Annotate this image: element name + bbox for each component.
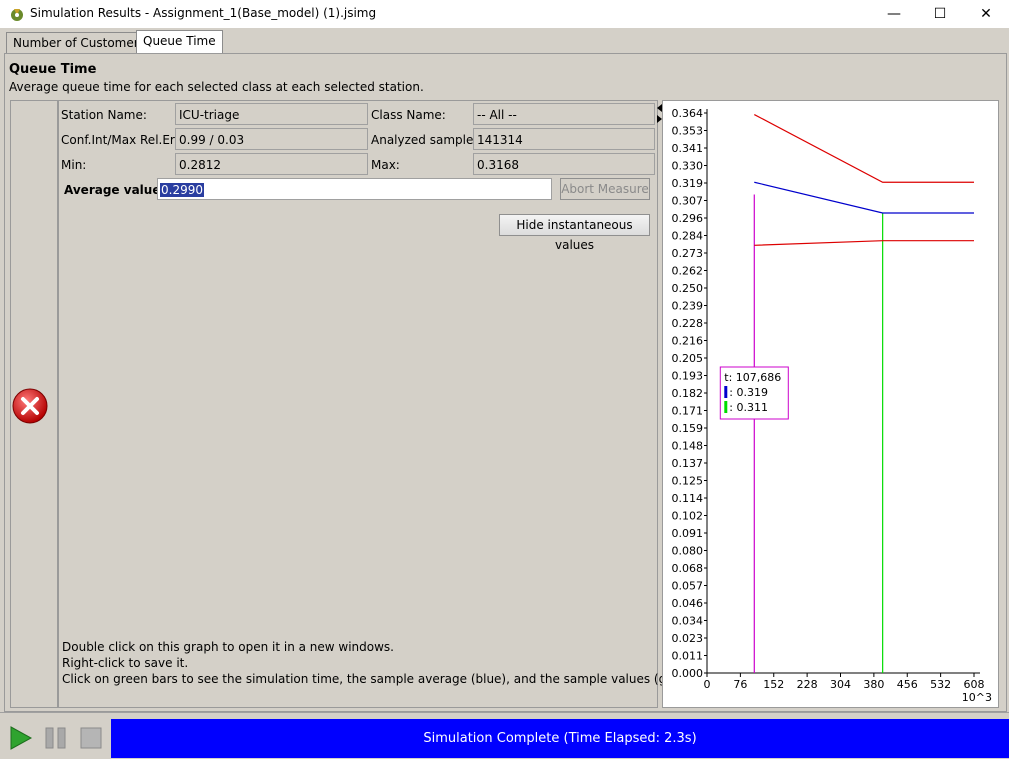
hint-green-bars: Click on green bars to see the simulatio… bbox=[62, 672, 702, 686]
x-tick-label: 76 bbox=[733, 678, 747, 691]
class-name-field: -- All -- bbox=[473, 103, 655, 125]
minimize-icon: — bbox=[887, 6, 901, 22]
analyzed-samples-label: Analyzed samples: bbox=[371, 133, 484, 147]
min-label: Min: bbox=[61, 158, 87, 172]
y-tick-label: 0.228 bbox=[672, 317, 704, 330]
y-tick-label: 0.114 bbox=[672, 492, 704, 505]
x-tick-label: 304 bbox=[830, 678, 851, 691]
max-field: 0.3168 bbox=[473, 153, 655, 175]
y-tick-label: 0.262 bbox=[672, 265, 704, 278]
window-title: Simulation Results - Assignment_1(Base_m… bbox=[30, 6, 377, 20]
average-value-text: 0.2990 bbox=[160, 183, 204, 197]
y-tick-label: 0.171 bbox=[672, 405, 704, 418]
analyzed-samples-field: 141314 bbox=[473, 128, 655, 150]
simulation-status: Simulation Complete (Time Elapsed: 2.3s) bbox=[111, 719, 1009, 758]
x-axis-unit: 10^3 bbox=[962, 691, 992, 704]
series-line-lower bbox=[754, 240, 974, 246]
y-tick-label: 0.159 bbox=[672, 422, 704, 435]
tooltip-mean-swatch bbox=[724, 386, 728, 398]
y-tick-label: 0.137 bbox=[672, 457, 704, 470]
queue-time-chart-area[interactable]: 0.000 0.011 0.023 0.034 0.046 0.057 0.068 0.080… bbox=[662, 100, 999, 708]
y-tick-label: 0.182 bbox=[672, 387, 704, 400]
y-tick-label: 0.125 bbox=[672, 475, 704, 488]
page-subtitle: Average queue time for each selected cla… bbox=[9, 80, 424, 94]
y-tick-label: 0.250 bbox=[672, 282, 704, 295]
average-value-field[interactable]: 0.2990 bbox=[157, 178, 552, 200]
stop-icon[interactable] bbox=[78, 725, 104, 751]
window-titlebar: Simulation Results - Assignment_1(Base_m… bbox=[0, 0, 1009, 28]
maximize-icon: ☐ bbox=[933, 6, 947, 22]
conf-int-label: Conf.Int/Max Rel.Err: bbox=[61, 133, 184, 147]
tab-queue-time[interactable]: Queue Time bbox=[136, 30, 223, 53]
y-tick-label: 0.364 bbox=[672, 107, 704, 120]
y-tick-label: 0.284 bbox=[672, 230, 704, 243]
x-tick-label: 532 bbox=[930, 678, 951, 691]
y-tick-label: 0.193 bbox=[672, 370, 704, 383]
tooltip-time: t: 107,686 bbox=[724, 371, 781, 384]
x-tick-label: 228 bbox=[797, 678, 818, 691]
y-tick-label: 0.034 bbox=[672, 615, 704, 628]
tooltip-sample: : 0.311 bbox=[729, 401, 768, 414]
series-line-upper bbox=[754, 114, 974, 183]
y-tick-label: 0.148 bbox=[672, 440, 704, 453]
class-name-label: Class Name: bbox=[371, 108, 446, 122]
x-tick-label: 152 bbox=[763, 678, 784, 691]
min-field: 0.2812 bbox=[175, 153, 368, 175]
x-tick-label: 608 bbox=[964, 678, 985, 691]
y-tick-label: 0.205 bbox=[672, 352, 704, 365]
hint-save-graph: Right-click to save it. bbox=[62, 656, 189, 670]
page-title: Queue Time bbox=[9, 62, 97, 77]
y-tick-label: 0.296 bbox=[672, 212, 704, 225]
y-tick-label: 0.057 bbox=[672, 580, 704, 593]
error-stop-icon bbox=[12, 388, 48, 424]
maximize-button[interactable]: ☐ bbox=[917, 0, 963, 28]
play-icon[interactable] bbox=[8, 725, 34, 751]
y-tick-label: 0.273 bbox=[672, 247, 704, 260]
y-tick-label: 0.239 bbox=[672, 300, 704, 313]
conf-int-field: 0.99 / 0.03 bbox=[175, 128, 368, 150]
max-label: Max: bbox=[371, 158, 400, 172]
y-tick-label: 0.216 bbox=[672, 335, 704, 348]
tooltip-sample-swatch bbox=[724, 401, 728, 413]
y-tick-label: 0.319 bbox=[672, 177, 704, 190]
station-name-label: Station Name: bbox=[61, 108, 147, 122]
y-tick-label: 0.011 bbox=[672, 650, 704, 663]
queue-time-chart[interactable]: 0.000 0.011 0.023 0.034 0.046 0.057 0.068 0.080… bbox=[663, 101, 998, 707]
tooltip-mean: : 0.319 bbox=[729, 386, 768, 399]
hide-instantaneous-values-button[interactable]: Hide instantaneous values bbox=[499, 214, 650, 252]
abort-measure-button[interactable]: Abort Measure bbox=[560, 178, 650, 200]
close-button[interactable]: ✕ bbox=[963, 0, 1009, 28]
y-tick-label: 0.353 bbox=[672, 125, 704, 138]
y-tick-label: 0.330 bbox=[672, 160, 704, 173]
close-icon: ✕ bbox=[980, 6, 992, 22]
app-logo-icon bbox=[11, 9, 23, 21]
pause-icon[interactable] bbox=[43, 725, 69, 751]
hint-open-graph: Double click on this graph to open it in… bbox=[62, 640, 394, 654]
y-tick-label: 0.046 bbox=[672, 597, 704, 610]
x-tick-label: 380 bbox=[863, 678, 884, 691]
y-tick-label: 0.068 bbox=[672, 562, 704, 575]
y-tick-label: 0.080 bbox=[672, 545, 704, 558]
y-tick-label: 0.341 bbox=[672, 142, 704, 155]
series-line-mean bbox=[754, 181, 974, 214]
average-value-label: Average value: bbox=[64, 183, 166, 197]
minimize-button[interactable]: — bbox=[871, 0, 917, 28]
y-tick-label: 0.000 bbox=[672, 667, 704, 680]
station-name-field: ICU-triage bbox=[175, 103, 368, 125]
x-tick-label: 0 bbox=[704, 678, 711, 691]
y-tick-label: 0.091 bbox=[672, 527, 704, 540]
y-tick-label: 0.102 bbox=[672, 510, 704, 523]
y-tick-label: 0.023 bbox=[672, 632, 704, 645]
tab-number-of-customers[interactable]: Number of Customers bbox=[6, 32, 152, 53]
y-tick-label: 0.307 bbox=[672, 195, 704, 208]
x-tick-label: 456 bbox=[897, 678, 918, 691]
